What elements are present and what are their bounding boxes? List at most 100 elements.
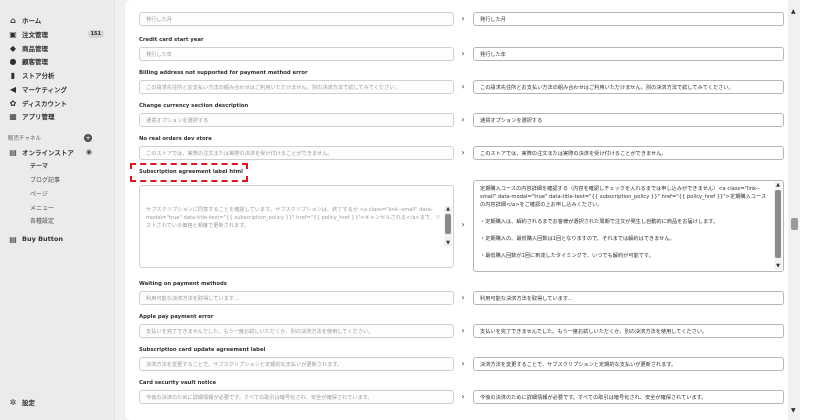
translation-field[interactable]: 利用可能な決済方法を取得しています... bbox=[473, 291, 784, 305]
sidebar-item-marketing[interactable]: ◀ マーケティング bbox=[8, 83, 108, 95]
field-label: Card security vault notice bbox=[139, 380, 217, 386]
sidebar-item-label: Buy Button bbox=[22, 235, 63, 243]
translation-field[interactable]: この請求先住所とお支払い方法の組み合わせはご利用いただけません。別の決済方法で試… bbox=[473, 80, 784, 94]
page-scrollbar[interactable]: ▲ ▼ bbox=[788, 0, 800, 420]
translation-field[interactable]: 発行した月 bbox=[473, 12, 784, 26]
textarea-line: ・定期購入は、解約されるまでお客様が選択された周期で注文が発生し自動的に商品をお… bbox=[480, 218, 719, 225]
field-label: No real orders dev store bbox=[139, 136, 212, 142]
sales-channels-heading: 販売チャネル + bbox=[8, 134, 108, 142]
field-label: Credit card start year bbox=[139, 37, 204, 43]
textarea-line: 定期購入コースの内容詳細を確認する（内容を確認しチェックを入れるまでは申し込みが… bbox=[480, 186, 767, 209]
textarea-scrollbar[interactable]: ▲ ▼ bbox=[444, 206, 452, 247]
scroll-down-icon[interactable]: ▼ bbox=[444, 240, 452, 247]
field-label: Change currency section description bbox=[139, 103, 249, 109]
sidebar-subitem-blog[interactable]: ブログ記事 bbox=[30, 174, 60, 184]
sidebar-item-label: 注文管理 bbox=[22, 31, 48, 39]
translation-textarea[interactable]: 定期購入コースの内容詳細を確認する（内容を確認しチェックを入れるまでは申し込みが… bbox=[473, 180, 784, 272]
sales-channels-label: 販売チャネル bbox=[8, 136, 41, 142]
arrow-icon: › bbox=[461, 392, 465, 401]
scroll-down-icon[interactable]: ▼ bbox=[791, 407, 796, 414]
scroll-down-icon[interactable]: ▼ bbox=[774, 263, 782, 270]
sidebar-subitem-pages[interactable]: ページ bbox=[30, 188, 48, 198]
sidebar: ⌂ ホーム ▣ 注文管理 151 ◆ 商品管理 ● 顧客管理 ▮ ストア分析 ◀… bbox=[0, 0, 115, 420]
translation-field[interactable]: このストアでは、実際の注文または実際の決済を受け付けることができません。 bbox=[473, 146, 784, 160]
arrow-icon: › bbox=[461, 49, 465, 58]
orders-count-badge: 151 bbox=[87, 30, 104, 38]
sidebar-item-home[interactable]: ⌂ ホーム bbox=[8, 14, 108, 26]
page-scroll-thumb[interactable] bbox=[791, 218, 798, 230]
source-field: 発行した年 bbox=[139, 47, 454, 61]
translation-field[interactable]: 発行した年 bbox=[473, 47, 784, 61]
field-label: Waiting on payment methods bbox=[139, 281, 227, 287]
scroll-thumb[interactable] bbox=[445, 214, 451, 234]
translation-field[interactable]: 決済方法を変更することで、サブスクリプションと定期的な支払いが更新されます。 bbox=[473, 357, 784, 371]
source-field: 今後の決済のために詳細情報が必要です。すべての取引は暗号化され、安全が確保されて… bbox=[139, 390, 454, 404]
discount-icon: ✿ bbox=[9, 98, 17, 108]
source-field: 支払いを完了できませんでした。もう一度お試しいただくか、別の決済方法を使用してく… bbox=[139, 324, 454, 338]
sidebar-item-products[interactable]: ◆ 商品管理 bbox=[8, 42, 108, 54]
eye-icon[interactable]: ◉ bbox=[86, 148, 92, 156]
gear-icon: ✲ bbox=[9, 397, 17, 407]
arrow-icon: › bbox=[461, 359, 465, 368]
arrow-icon: › bbox=[461, 220, 465, 229]
megaphone-icon: ◀ bbox=[9, 84, 17, 94]
main-content: 発行した月 › 発行した月 Credit card start year 発行し… bbox=[115, 0, 800, 420]
translation-field[interactable]: 今後の決済のために詳細情報が必要です。すべての取引は暗号化され、安全が確保されて… bbox=[473, 390, 784, 404]
source-field: このストアでは、実際の注文または実際の決済を受け付けることができません。 bbox=[139, 146, 454, 160]
sidebar-item-orders[interactable]: ▣ 注文管理 151 bbox=[8, 28, 108, 40]
store-icon: ▤ bbox=[9, 147, 17, 157]
arrow-icon: › bbox=[461, 14, 465, 23]
sidebar-item-label: アプリ管理 bbox=[22, 113, 55, 121]
buy-button-icon: ▤ bbox=[9, 234, 17, 244]
sidebar-item-online-store[interactable]: ▤ オンラインストア ◉ bbox=[8, 146, 108, 158]
arrow-icon: › bbox=[461, 82, 465, 91]
sidebar-subitem-menus[interactable]: メニュー bbox=[30, 202, 54, 212]
source-textarea: サブスクリプションに同意することを確認しています。サブスクリプションは、終了する… bbox=[139, 185, 454, 268]
textarea-scrollbar[interactable]: ▲ ▼ bbox=[774, 182, 782, 270]
textarea-line: ・定期購入の、最低購入回数は1回となりますので、それまでは解約はできません。 bbox=[480, 235, 675, 242]
scroll-up-icon[interactable]: ▲ bbox=[774, 182, 782, 189]
translation-field[interactable]: 通貨オプションを選択する bbox=[473, 113, 784, 127]
scroll-thumb[interactable] bbox=[775, 190, 781, 258]
sidebar-item-label: マーケティング bbox=[22, 86, 67, 94]
apps-icon: ▦ bbox=[9, 111, 17, 121]
sidebar-item-label: 商品管理 bbox=[22, 45, 48, 53]
source-textarea-text: サブスクリプションに同意することを確認しています。サブスクリプションは、終了する… bbox=[146, 207, 441, 230]
translation-field[interactable]: 支払いを完了できませんでした。もう一度お試しいただくか、別の決済方法を使用してく… bbox=[473, 324, 784, 338]
add-channel-icon[interactable]: + bbox=[84, 134, 92, 142]
source-field: 利用可能な決済方法を取得しています... bbox=[139, 291, 454, 305]
source-field: 決済方法を変更することで、サブスクリプションと定期的な支払いが更新されます。 bbox=[139, 357, 454, 371]
window-edge bbox=[800, 0, 815, 420]
sidebar-subitem-preferences[interactable]: 各種設定 bbox=[30, 215, 54, 225]
arrow-icon: › bbox=[461, 148, 465, 157]
sidebar-subitem-themes[interactable]: テーマ bbox=[30, 160, 48, 170]
scroll-up-icon[interactable]: ▲ bbox=[791, 8, 796, 15]
source-field: この請求先住所とお支払い方法の組み合わせはご利用いただけません。別の決済方法で試… bbox=[139, 80, 454, 94]
highlight-annotation bbox=[130, 163, 248, 182]
sidebar-item-analytics[interactable]: ▮ ストア分析 bbox=[8, 69, 108, 81]
scroll-up-icon[interactable]: ▲ bbox=[444, 206, 452, 213]
field-label: Billing address not supported for paymen… bbox=[139, 70, 308, 76]
field-label: Subscription card update agreement label bbox=[139, 347, 266, 353]
tag-icon: ◆ bbox=[9, 43, 17, 53]
sidebar-item-label: 顧客管理 bbox=[22, 58, 48, 66]
sidebar-item-label: ディスカウント bbox=[22, 100, 68, 108]
source-field: 発行した月 bbox=[139, 12, 454, 26]
person-icon: ● bbox=[9, 56, 17, 66]
arrow-icon: › bbox=[461, 115, 465, 124]
sidebar-item-label: ホーム bbox=[22, 17, 42, 25]
arrow-icon: › bbox=[461, 326, 465, 335]
sidebar-item-buy-button[interactable]: ▤ Buy Button bbox=[8, 233, 108, 245]
sidebar-item-customers[interactable]: ● 顧客管理 bbox=[8, 55, 108, 67]
field-label: Apple pay payment error bbox=[139, 314, 214, 320]
sidebar-item-label: ストア分析 bbox=[22, 72, 55, 80]
sidebar-item-label: 設定 bbox=[22, 399, 35, 407]
sidebar-item-discounts[interactable]: ✿ ディスカウント bbox=[8, 97, 108, 109]
arrow-icon: › bbox=[461, 293, 465, 302]
textarea-line: ・最低購入回数が1回に到達したタイミングで、いつでも解約が可能です。 bbox=[480, 253, 654, 260]
inbox-icon: ▣ bbox=[9, 29, 17, 39]
sidebar-item-settings[interactable]: ✲ 設定 bbox=[8, 396, 108, 408]
translation-card: 発行した月 › 発行した月 Credit card start year 発行し… bbox=[125, 0, 793, 420]
source-field: 通貨オプションを選択する bbox=[139, 113, 454, 127]
sidebar-item-apps[interactable]: ▦ アプリ管理 bbox=[8, 110, 108, 122]
